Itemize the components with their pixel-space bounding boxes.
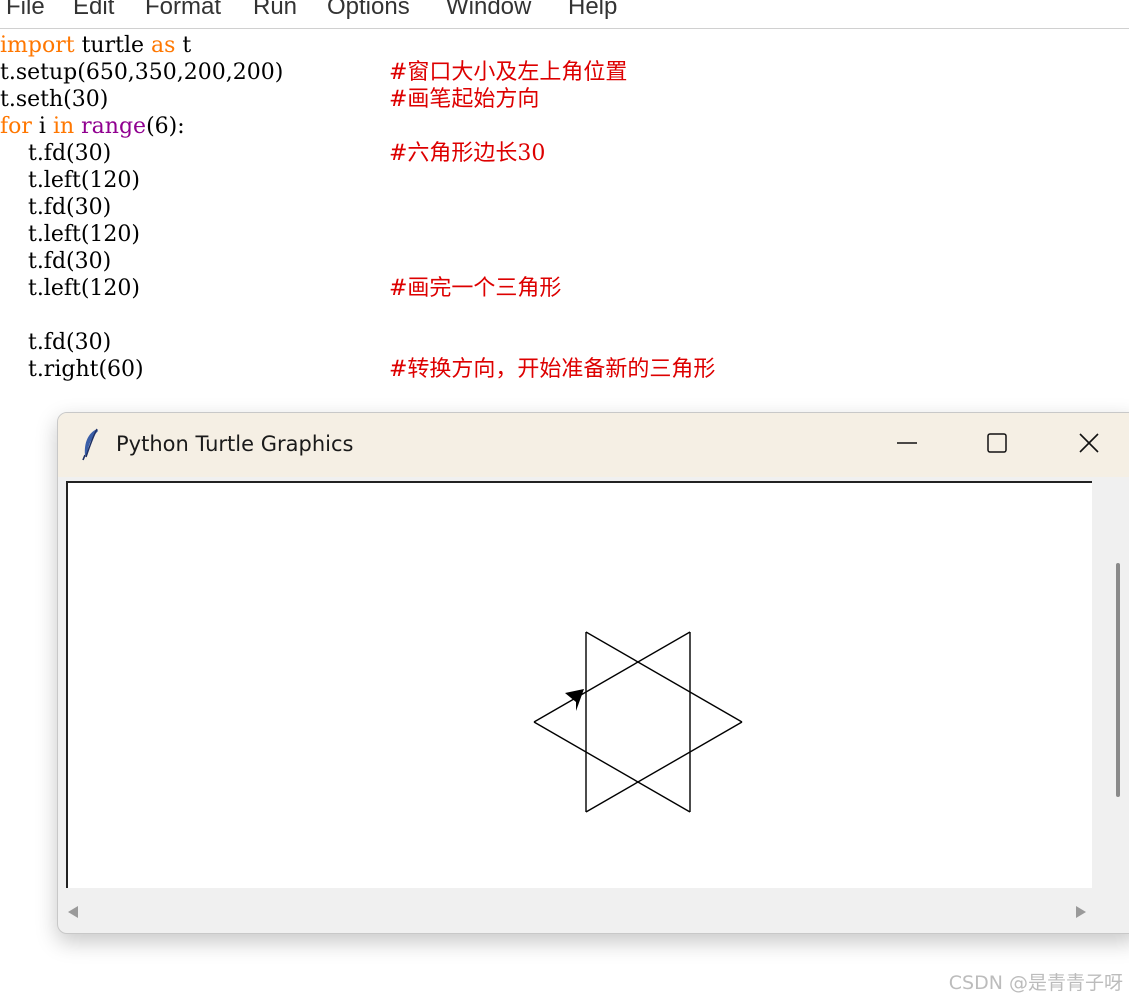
code-line: t.right(60) <box>0 356 144 383</box>
vertical-scrollbar-thumb[interactable] <box>1116 563 1120 797</box>
code-comment: #画笔起始方向 <box>389 87 540 112</box>
code-comment: #画完一个三角形 <box>389 276 562 301</box>
menu-help[interactable]: Help <box>568 0 617 21</box>
close-button[interactable] <box>1041 413 1129 477</box>
horizontal-scrollbar[interactable] <box>58 897 1098 927</box>
menu-edit[interactable]: Edit <box>73 0 114 21</box>
code-token: t.left(120) <box>0 168 141 193</box>
code-token: t.fd(30) <box>0 330 112 355</box>
code-token: t.fd(30) <box>0 249 112 274</box>
code-token: import <box>0 33 75 58</box>
window-titlebar[interactable]: Python Turtle Graphics <box>58 413 1129 477</box>
code-token: (6): <box>146 114 185 139</box>
code-token: i <box>31 114 53 139</box>
menu-bar: File Edit Format Run Options Window Help <box>0 0 1129 29</box>
turtle-canvas <box>66 481 1092 888</box>
code-token: t <box>175 33 192 58</box>
code-token: t.seth(30) <box>0 87 109 112</box>
scroll-left-icon <box>68 906 78 918</box>
turtle-graphics-window: Python Turtle Graphics <box>57 412 1129 934</box>
code-token: range <box>81 114 147 139</box>
turtle-cursor-icon <box>565 689 584 711</box>
minimize-icon <box>897 442 917 444</box>
code-comment: #六角形边长30 <box>389 141 546 166</box>
code-token: in <box>52 114 75 139</box>
menu-run[interactable]: Run <box>253 0 297 21</box>
code-line: t.left(120) <box>0 167 140 194</box>
scroll-right-icon <box>1076 906 1086 918</box>
window-title: Python Turtle Graphics <box>116 432 354 456</box>
menu-format[interactable]: Format <box>145 0 221 21</box>
code-line: for i in range(6): <box>0 113 185 140</box>
code-token: for <box>0 114 32 139</box>
code-line: import turtle as t <box>0 32 191 59</box>
maximize-icon <box>987 433 1007 453</box>
code-line: t.fd(30) <box>0 248 111 275</box>
code-token: t.fd(30) <box>0 141 112 166</box>
code-token: t.left(120) <box>0 276 141 301</box>
code-token: as <box>151 33 176 58</box>
scroll-arrows <box>68 906 1086 918</box>
code-token: t.fd(30) <box>0 195 112 220</box>
menu-window[interactable]: Window <box>446 0 531 21</box>
code-line: t.setup(650,350,200,200) <box>0 59 283 86</box>
code-comment: #窗口大小及左上角位置 <box>389 60 628 85</box>
close-icon <box>1079 433 1099 453</box>
maximize-button[interactable] <box>951 413 1041 477</box>
code-line: t.seth(30) <box>0 86 108 113</box>
code-line: t.left(120) <box>0 221 140 248</box>
code-token: turtle <box>74 33 152 58</box>
code-token: t.setup(650,350,200,200) <box>0 60 284 85</box>
feather-icon <box>80 427 102 461</box>
hexagram-drawing <box>533 631 743 813</box>
code-line: t.fd(30) <box>0 329 111 356</box>
code-line: t.fd(30) <box>0 194 111 221</box>
code-token: t.right(60) <box>0 357 144 382</box>
code-line: t.left(120) <box>0 275 140 302</box>
watermark: CSDN @是青青子呀 <box>948 972 1123 994</box>
minimize-button[interactable] <box>861 413 951 477</box>
code-line: t.fd(30) <box>0 140 111 167</box>
code-comment: #转换方向，开始准备新的三角形 <box>389 357 716 382</box>
menu-options[interactable]: Options <box>327 0 410 21</box>
code-editor[interactable]: import turtle as t t.setup(650,350,200,20… <box>0 30 1129 410</box>
menu-file[interactable]: File <box>6 0 45 21</box>
code-token: t.left(120) <box>0 222 141 247</box>
